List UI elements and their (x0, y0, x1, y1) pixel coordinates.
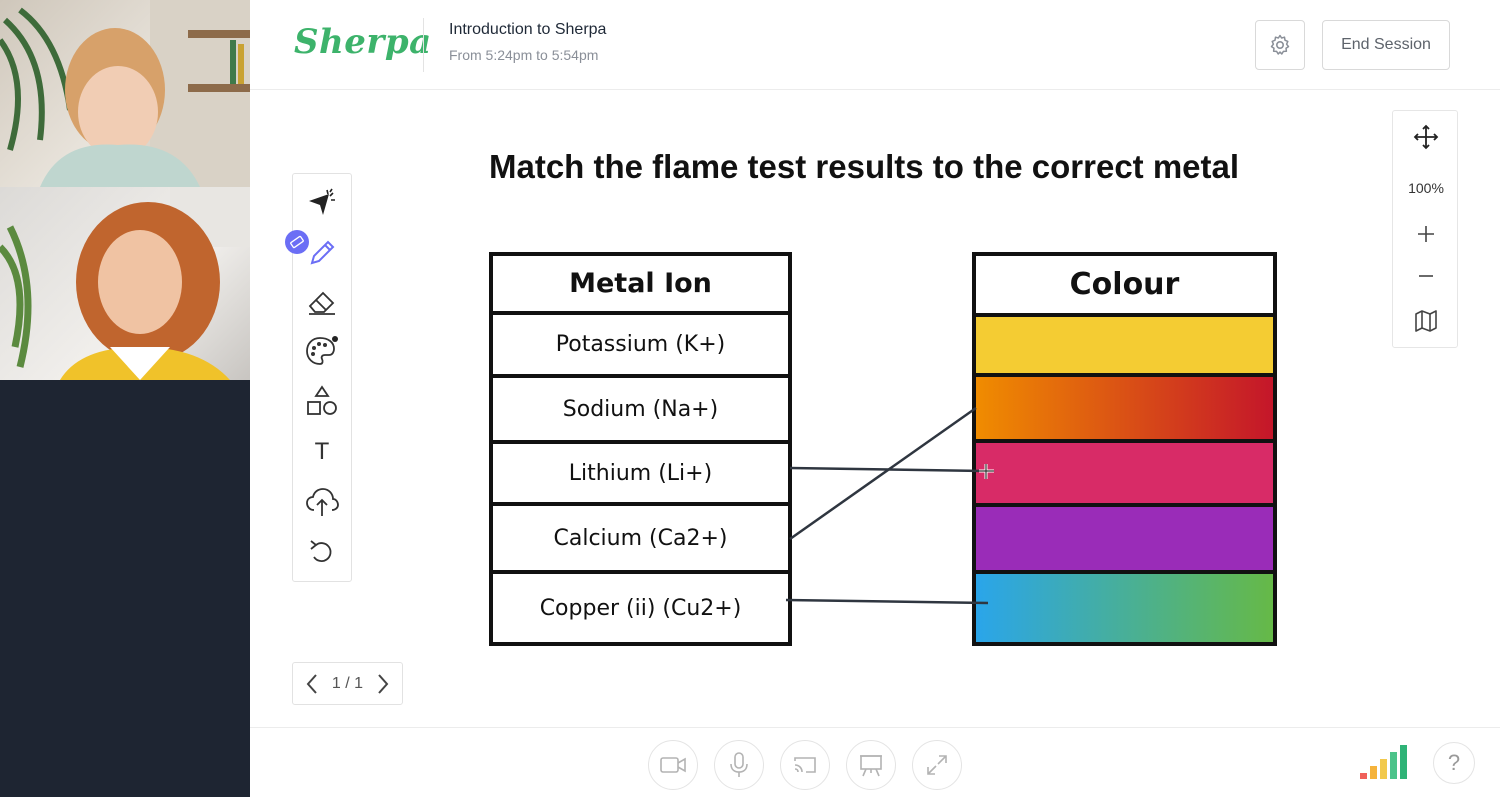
microphone-icon (730, 752, 748, 777)
metal-cell-sodium: Sodium (Na+) (489, 374, 792, 444)
help-button[interactable]: ? (1433, 742, 1475, 784)
zoom-out-button[interactable] (1406, 258, 1446, 294)
text-tool[interactable]: T (302, 432, 342, 472)
zoom-panel: 100% (1392, 110, 1458, 348)
colour-header: Colour (972, 252, 1277, 317)
metal-cell-lithium: Lithium (Li+) (489, 440, 792, 506)
metal-ion-table: Metal Ion Potassium (K+) Sodium (Na+) Li… (489, 252, 792, 646)
connector-line-copper[interactable] (785, 598, 989, 605)
ruler-icon (290, 235, 304, 249)
undo-tool[interactable] (302, 532, 342, 572)
header-divider (423, 18, 424, 72)
settings-button[interactable] (1255, 20, 1305, 70)
upload-tool[interactable] (302, 482, 342, 522)
signal-bar (1360, 773, 1367, 779)
session-time: From 5:24pm to 5:54pm (449, 47, 599, 63)
signal-bar (1370, 766, 1377, 779)
tutor-video-feed[interactable] (0, 187, 250, 380)
student-video-image (0, 0, 250, 187)
ruler-badge[interactable] (285, 230, 309, 254)
colour-swatch-blue-green (972, 570, 1277, 646)
minimap-button[interactable] (1406, 303, 1446, 339)
microphone-button[interactable] (714, 740, 764, 790)
cast-icon (794, 757, 816, 773)
map-icon (1415, 310, 1437, 332)
laser-pointer-icon (309, 188, 335, 215)
whiteboard-icon (860, 755, 882, 777)
plus-icon (1418, 226, 1434, 242)
chevron-right-icon[interactable] (376, 673, 390, 695)
signal-bar (1400, 745, 1407, 779)
text-icon: T (314, 438, 330, 465)
camera-button[interactable] (648, 740, 698, 790)
fullscreen-icon (927, 755, 947, 775)
page-navigator: 1 / 1 (292, 662, 403, 705)
move-icon (1413, 124, 1439, 150)
metal-cell-potassium: Potassium (K+) (489, 311, 792, 378)
signal-bar (1380, 759, 1387, 779)
screen-share-button[interactable] (780, 740, 830, 790)
tutor-video-image (0, 187, 250, 380)
metal-cell-copper: Copper (ii) (Cu2+) (489, 570, 792, 646)
colour-table: Colour (972, 252, 1277, 646)
connection-strength-icon (1360, 745, 1407, 779)
upload-cloud-icon (306, 488, 339, 516)
video-column (0, 0, 250, 797)
zoom-level: 100% (1408, 180, 1444, 196)
colour-swatch-crimson (972, 439, 1277, 507)
metal-ion-header: Metal Ion (489, 252, 792, 315)
color-palette-tool[interactable] (302, 331, 342, 371)
connector-line-lithium[interactable] (789, 466, 985, 473)
undo-icon (310, 540, 332, 562)
gear-icon (1270, 34, 1290, 55)
colour-swatch-purple (972, 503, 1277, 574)
colour-swatch-orange-red (972, 373, 1277, 443)
end-session-button[interactable]: End Session (1322, 20, 1450, 70)
shapes-icon (307, 385, 337, 415)
shapes-tool[interactable] (302, 381, 342, 421)
connector-line-calcium[interactable] (789, 406, 977, 541)
minus-icon (1419, 275, 1433, 277)
camera-icon (660, 757, 686, 773)
header: Sherpa Introduction to Sherpa From 5:24p… (250, 0, 1500, 90)
palette-icon (306, 336, 338, 365)
whiteboard-button[interactable] (846, 740, 896, 790)
pen-icon (310, 240, 335, 265)
eraser-tool[interactable] (302, 282, 342, 322)
signal-bar (1390, 752, 1397, 779)
student-video-feed[interactable] (0, 0, 250, 187)
zoom-in-button[interactable] (1406, 216, 1446, 252)
colour-swatch-yellow (972, 313, 1277, 377)
eraser-icon (308, 291, 335, 315)
pan-button[interactable] (1406, 119, 1446, 155)
sherpa-logo[interactable]: Sherpa (294, 22, 432, 62)
laser-pointer-tool[interactable] (302, 184, 342, 224)
bottom-control-bar: ? (250, 727, 1500, 797)
chevron-left-icon[interactable] (305, 673, 319, 695)
metal-cell-calcium: Calcium (Ca2+) (489, 502, 792, 574)
page-indicator: 1 / 1 (331, 674, 364, 692)
session-title: Introduction to Sherpa (449, 21, 607, 38)
worksheet-title: Match the flame test results to the corr… (489, 148, 1240, 185)
fullscreen-button[interactable] (912, 740, 962, 790)
